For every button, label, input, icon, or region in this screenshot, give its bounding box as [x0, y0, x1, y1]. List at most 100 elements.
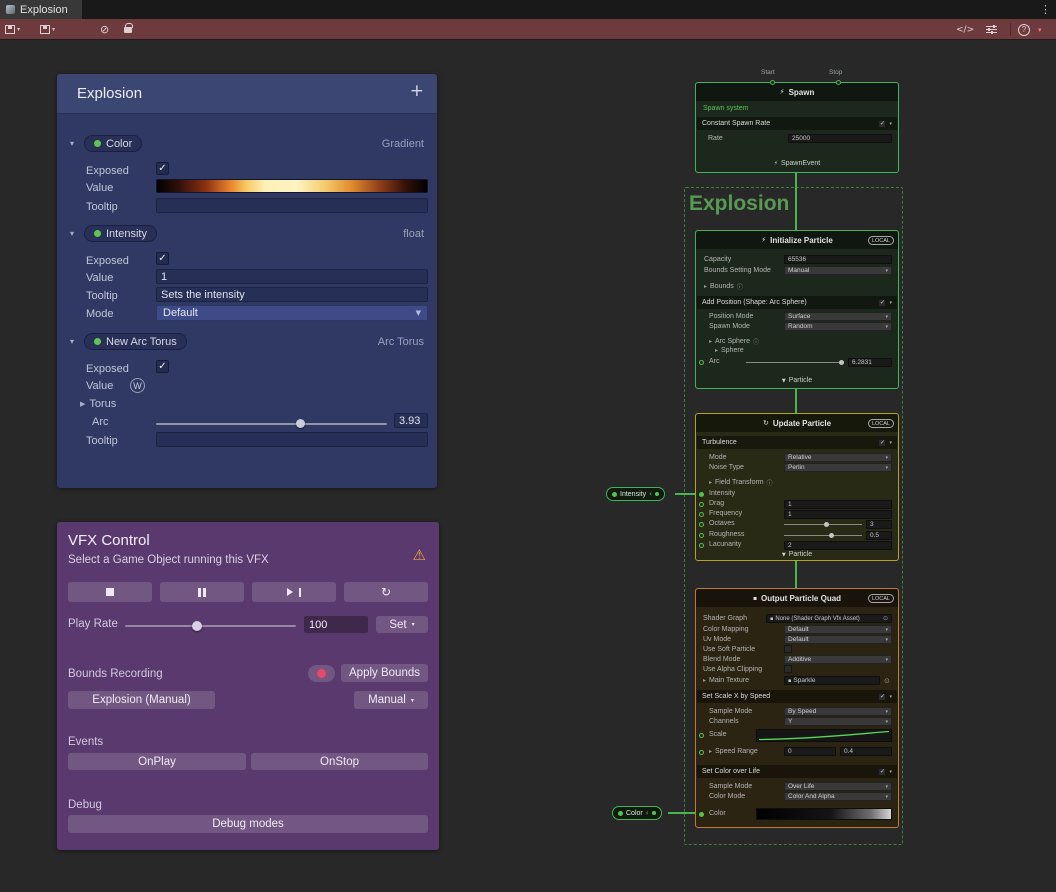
arc-slider-track[interactable] [746, 362, 844, 363]
bounds-mode-dropdown[interactable]: Manual▾ [784, 266, 892, 275]
frequency-input-port[interactable] [699, 512, 704, 517]
capacity-field[interactable]: 65536 [784, 255, 892, 264]
kebab-menu-icon[interactable]: ⋮ [1040, 3, 1051, 16]
chevron-down-icon[interactable]: ▾ [889, 694, 892, 700]
channels-dropdown[interactable]: Y▾ [784, 717, 892, 726]
blend-mode-dropdown[interactable]: Additive▾ [784, 655, 892, 664]
shader-graph-object-field[interactable]: ▪None (Shader Graph Vfx Asset)⊙ [766, 614, 892, 623]
collapse-icon[interactable]: ‹ [646, 809, 649, 817]
main-texture-object-field[interactable]: ▪Sparkle [784, 676, 880, 685]
speed-range-input-port[interactable] [699, 750, 704, 755]
chevron-down-icon[interactable]: ▾ [70, 229, 74, 238]
block-enable-checkbox[interactable]: ✓ [878, 299, 886, 307]
world-space-badge[interactable]: W [130, 378, 145, 393]
scale-curve-field[interactable] [756, 729, 892, 742]
update-context-node[interactable]: ↻Update ParticleLOCAL Turbulence ✓▾ Mode… [695, 413, 899, 561]
exposed-checkbox[interactable]: ✓ [156, 162, 169, 175]
intensity-input-port[interactable] [699, 492, 704, 497]
output-node-title[interactable]: ▪Output Particle QuadLOCAL [696, 589, 898, 607]
control-panel-toggle[interactable] [986, 19, 997, 40]
bounds-foldout[interactable]: ▸Boundsⓘ [704, 282, 743, 291]
constant-spawn-rate-block[interactable]: Constant Spawn Rate ✓▾ [697, 117, 897, 130]
gradient-value-field[interactable] [156, 179, 428, 193]
exposed-checkbox[interactable]: ✓ [156, 360, 169, 373]
rate-field[interactable]: 25000 [788, 134, 892, 143]
speed-range-foldout[interactable]: ▸Speed Range [709, 748, 758, 755]
speed-range-min-field[interactable]: 0 [784, 747, 836, 756]
property-pill-color[interactable]: Color [84, 135, 142, 152]
object-picker-icon[interactable]: ⊙ [883, 615, 888, 622]
start-flow-port[interactable] [770, 80, 775, 85]
set-scale-block[interactable]: Set Scale X by Speed ✓▾ [697, 690, 897, 703]
color-input-port[interactable] [699, 812, 704, 817]
output-port[interactable] [655, 492, 659, 496]
particle-output[interactable]: ▼Particle [696, 551, 898, 558]
mode-dropdown[interactable]: Default▼ [156, 305, 428, 321]
property-pill-intensity[interactable]: Intensity [84, 225, 157, 242]
spawn-event-output[interactable]: ⚡SpawnEvent [696, 160, 898, 167]
output-context-node[interactable]: ▪Output Particle QuadLOCAL Shader Graph … [695, 588, 899, 828]
arc-value-field[interactable]: 6.2831 [848, 358, 892, 367]
help-button[interactable]: ? [1018, 19, 1030, 40]
spawn-system-name[interactable]: Spawn system [703, 105, 749, 112]
torus-foldout[interactable]: ▶Torus [80, 398, 116, 410]
roughness-slider-track[interactable] [784, 535, 862, 536]
apply-bounds-button[interactable]: Apply Bounds [341, 664, 428, 682]
stop-flow-port[interactable] [836, 80, 841, 85]
block-enable-checkbox[interactable]: ✓ [878, 693, 886, 701]
onstop-button[interactable]: OnStop [251, 753, 428, 770]
spawn-node-title[interactable]: ⚡Spawn [696, 83, 898, 101]
save-button[interactable]: ▾ [5, 19, 20, 40]
onplay-button[interactable]: OnPlay [68, 753, 246, 770]
field-transform-foldout[interactable]: ▸Field Transformⓘ [709, 478, 773, 487]
intensity-value-input[interactable] [156, 269, 428, 284]
alpha-clipping-checkbox[interactable] [784, 665, 792, 673]
roughness-input-port[interactable] [699, 533, 704, 538]
color-mapping-dropdown[interactable]: Default▾ [784, 625, 892, 634]
play-rate-handle[interactable] [192, 621, 202, 631]
sample-mode-dropdown[interactable]: Over Life▾ [784, 782, 892, 791]
set-rate-button[interactable]: Set▾ [376, 616, 428, 633]
octaves-slider-track[interactable] [784, 524, 862, 525]
debug-dropdown[interactable]: ▾ [1038, 19, 1042, 40]
arc-slider-handle[interactable] [839, 360, 844, 365]
chevron-down-icon[interactable]: ▾ [889, 440, 892, 446]
add-position-block[interactable]: Add Position (Shape: Arc Sphere) ✓▾ [697, 296, 897, 309]
octaves-field[interactable]: 3 [866, 520, 892, 529]
tab-explosion[interactable]: Explosion [0, 0, 82, 19]
roughness-slider-handle[interactable] [829, 533, 834, 538]
play-rate-track[interactable] [125, 625, 296, 627]
exposed-checkbox[interactable]: ✓ [156, 252, 169, 265]
manual-dropdown[interactable]: Manual▾ [354, 691, 428, 709]
block-enable-checkbox[interactable]: ✓ [878, 768, 886, 776]
arc-slider-track[interactable] [156, 423, 387, 425]
scale-input-port[interactable] [699, 733, 704, 738]
chevron-down-icon[interactable]: ▾ [70, 139, 74, 148]
intensity-parameter-node[interactable]: Intensity ‹ [606, 487, 665, 501]
record-bounds-button[interactable] [308, 665, 335, 682]
block-enable-checkbox[interactable]: ✓ [878, 120, 886, 128]
uv-mode-dropdown[interactable]: Default▾ [784, 635, 892, 644]
chevron-down-icon[interactable]: ▾ [889, 300, 892, 306]
play-rate-value-field[interactable]: 100 [304, 616, 368, 633]
color-mode-dropdown[interactable]: Color And Alpha▾ [784, 792, 892, 801]
debug-modes-button[interactable]: Debug modes [68, 815, 428, 833]
tooltip-input[interactable] [156, 198, 428, 213]
drag-input-port[interactable] [699, 502, 704, 507]
speed-range-max-field[interactable]: 0.4 [840, 747, 892, 756]
output-port[interactable] [652, 811, 656, 815]
mode-dropdown[interactable]: Relative▾ [784, 453, 892, 462]
color-parameter-node[interactable]: Color ‹ [612, 806, 662, 820]
octaves-slider-handle[interactable] [824, 522, 829, 527]
torus-tooltip-input[interactable] [156, 432, 428, 447]
intensity-tooltip-input[interactable] [156, 287, 428, 302]
auto-compile-toggle[interactable]: ⊘ [100, 19, 109, 40]
spawn-mode-dropdown[interactable]: Random▾ [784, 322, 892, 331]
position-mode-dropdown[interactable]: Surface▾ [784, 312, 892, 321]
block-enable-checkbox[interactable]: ✓ [878, 439, 886, 447]
soft-particle-checkbox[interactable] [784, 645, 792, 653]
main-texture-foldout[interactable]: ▸Main Texture [703, 677, 749, 684]
arc-slider-handle[interactable] [296, 419, 305, 428]
initialize-context-node[interactable]: ⚡Initialize ParticleLOCAL Capacity 65536… [695, 230, 899, 389]
noise-type-dropdown[interactable]: Perlin▾ [784, 463, 892, 472]
